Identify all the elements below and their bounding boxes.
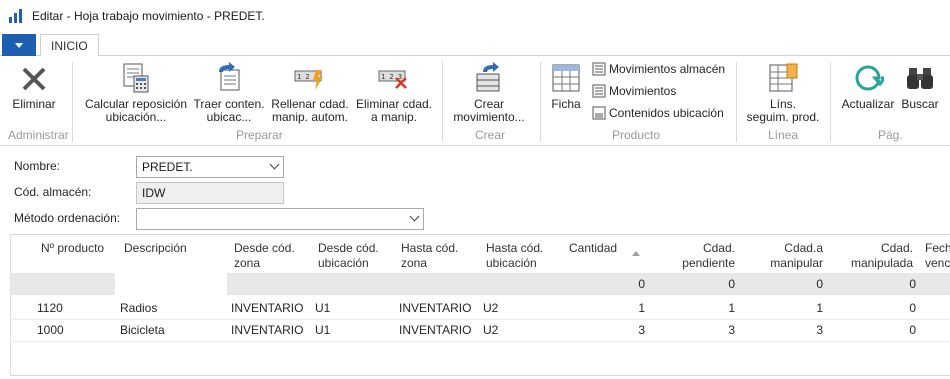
card-grid-icon xyxy=(552,64,580,92)
separator xyxy=(830,62,831,142)
contenidos-ubicacion-button[interactable]: Contenidos ubicación xyxy=(592,106,724,120)
eliminar-button[interactable]: Eliminar xyxy=(8,64,60,111)
create-movement-icon xyxy=(476,62,500,92)
refresh-icon xyxy=(855,65,884,91)
entries-icon xyxy=(592,84,606,98)
eliminar-cantidad-button[interactable]: 1 2 3 Eliminar cdad. a manip. xyxy=(354,62,434,124)
movimientos-almacen-button[interactable]: Movimientos almacén xyxy=(592,62,725,76)
lineas-seguimiento-button[interactable]: Líns. seguim. prod. xyxy=(742,62,824,124)
row1-desde-ubicacion[interactable]: U1 xyxy=(315,301,330,315)
row-divider xyxy=(11,341,950,342)
chevron-down-icon xyxy=(269,159,280,170)
row2-manipulada[interactable]: 0 xyxy=(823,323,916,337)
chevron-down-icon xyxy=(409,211,420,222)
separator xyxy=(442,62,443,142)
app-icon xyxy=(8,8,24,24)
app-menu-button[interactable] xyxy=(2,34,36,56)
filter-row[interactable]: 0 0 0 0 xyxy=(11,273,950,295)
row2-hasta-ubicacion[interactable]: U2 xyxy=(483,323,498,337)
nombre-label: Nombre: xyxy=(14,159,61,173)
row1-cantidad[interactable]: 1 xyxy=(571,301,645,315)
tab-inicio[interactable]: INICIO xyxy=(40,34,99,57)
row1-hasta-zona[interactable]: INVENTARIO xyxy=(399,301,471,315)
buscar-button[interactable]: Buscar xyxy=(898,62,942,111)
title-bar: Editar - Hoja trabajo movimiento - PREDE… xyxy=(0,0,950,32)
row2-hasta-zona[interactable]: INVENTARIO xyxy=(399,323,471,337)
filter-pendiente: 0 xyxy=(728,277,735,291)
group-administrar: Administrar xyxy=(8,128,69,142)
separator xyxy=(72,62,73,142)
item-tracking-icon xyxy=(769,63,798,92)
group-pag: Pág. xyxy=(878,128,903,142)
ficha-button[interactable]: Ficha xyxy=(548,62,584,111)
row2-a-manipular[interactable]: 3 xyxy=(735,323,823,337)
calcular-reposicion-button[interactable]: Calcular reposición ubicación... xyxy=(82,62,190,124)
row2-desde-zona[interactable]: INVENTARIO xyxy=(231,323,303,337)
row1-hasta-ubicacion[interactable]: U2 xyxy=(483,301,498,315)
movimientos-button[interactable]: Movimientos xyxy=(592,84,676,98)
group-linea: Línea xyxy=(768,128,799,142)
group-crear: Crear xyxy=(475,128,506,142)
almacen-label: Cód. almacén: xyxy=(14,185,92,199)
traer-contenido-button[interactable]: Traer conten. ubicac... xyxy=(192,62,266,124)
crear-movimiento-button[interactable]: Crear movimiento... xyxy=(448,62,530,124)
ribbon: Eliminar Administrar Calcular reposición… xyxy=(0,56,950,146)
row2-cantidad[interactable]: 3 xyxy=(571,323,645,337)
group-preparar: Preparar xyxy=(236,128,283,142)
row1-manipulada[interactable]: 0 xyxy=(823,301,916,315)
row2-desde-ubicacion[interactable]: U1 xyxy=(315,323,330,337)
fetch-sheet-icon xyxy=(219,62,240,91)
metodo-label: Método ordenación: xyxy=(14,211,121,225)
almacen-field: IDW xyxy=(136,182,284,204)
filter-cell-descripcion[interactable] xyxy=(115,273,227,295)
separator xyxy=(736,62,737,142)
group-producto: Producto xyxy=(612,128,661,142)
rellenar-cantidad-button[interactable]: 1 2 3 Rellenar cdad. manip. autom. xyxy=(268,62,352,124)
grid-bottom-border xyxy=(11,375,950,376)
lines-grid: Nº producto Descripción Desde cód. zona D… xyxy=(10,234,950,376)
calculator-sheet-icon xyxy=(123,63,149,93)
dropdown-icon xyxy=(15,42,23,48)
delete-x-icon xyxy=(22,67,46,91)
row2-descripcion[interactable]: Bicicleta xyxy=(120,323,165,337)
row1-a-manipular[interactable]: 1 xyxy=(735,301,823,315)
filter-cantidad: 0 xyxy=(638,277,645,291)
row2-pendiente[interactable]: 3 xyxy=(647,323,735,337)
window-title: Editar - Hoja trabajo movimiento - PREDE… xyxy=(32,9,265,23)
row1-pendiente[interactable]: 1 xyxy=(647,301,735,315)
fill-quantity-icon: 1 2 3 xyxy=(294,70,323,90)
binoculars-icon xyxy=(907,68,933,89)
metodo-ordenacion-dropdown[interactable] xyxy=(136,208,424,230)
warehouse-entries-icon xyxy=(592,62,606,76)
row1-desde-zona[interactable]: INVENTARIO xyxy=(231,301,303,315)
ribbon-tabs: INICIO xyxy=(0,32,950,57)
filter-manipulada: 0 xyxy=(909,277,916,291)
nombre-dropdown[interactable]: PREDET. xyxy=(136,156,284,178)
separator xyxy=(540,62,541,142)
row1-descripcion[interactable]: Radios xyxy=(120,301,157,315)
filter-a-manipular: 0 xyxy=(816,277,823,291)
row-divider xyxy=(11,319,950,320)
delete-quantity-icon: 1 2 3 xyxy=(378,70,407,89)
sort-ascending-icon xyxy=(632,251,640,256)
bin-contents-icon xyxy=(592,106,606,120)
row1-producto[interactable]: 1120 xyxy=(37,301,63,315)
row2-producto[interactable]: 1000 xyxy=(37,323,64,337)
actualizar-button[interactable]: Actualizar xyxy=(838,62,898,111)
